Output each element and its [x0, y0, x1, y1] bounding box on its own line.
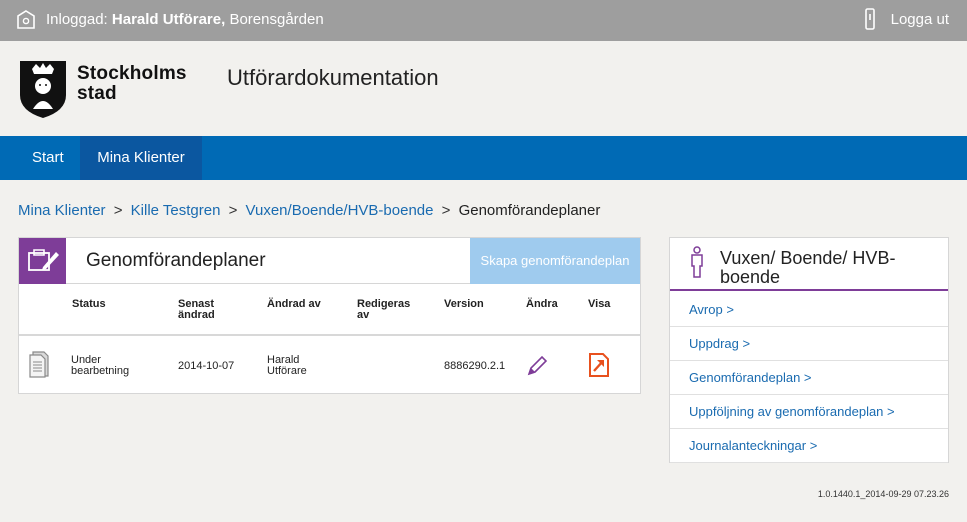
logo-text[interactable]: Stockholms stad: [77, 64, 187, 104]
category-panel-title: Vuxen/ Boende/ HVB-boende: [720, 248, 896, 287]
app-title: Utförardokumentation: [227, 65, 439, 90]
logo-line-2: stad: [77, 83, 117, 104]
version-label: 1.0.1440.1_2014-09-29 07.23.26: [817, 489, 949, 499]
plan-icon: [19, 238, 66, 284]
plans-panel: Genomförandeplaner Skapa genomförandepla…: [18, 237, 641, 394]
site-header: Stockholms stad Utförardokumentation: [0, 41, 967, 136]
logout-icon[interactable]: [863, 8, 877, 30]
logo-line-1: Stockholms: [77, 63, 187, 84]
column-header-edit: Ändra: [526, 298, 558, 310]
category-panel-header: Vuxen/ Boende/ HVB-boende: [670, 238, 948, 291]
column-header-changed[interactable]: Senast ändrad: [178, 299, 215, 321]
side-link-uppfoljning[interactable]: Uppföljning av genomförandeplan >: [670, 395, 948, 429]
side-link-journalanteckningar[interactable]: Journalanteckningar >: [670, 429, 948, 463]
row-changed-by: Harald Utförare: [267, 355, 307, 377]
row-changed-by-line2: Utförare: [267, 365, 307, 377]
nav-item-mina-klienter[interactable]: Mina Klienter: [80, 136, 202, 180]
column-header-changed-line2: ändrad: [178, 309, 215, 321]
document-icon: [29, 351, 49, 378]
breadcrumb-link-client[interactable]: Kille Testgren: [131, 202, 221, 219]
breadcrumb-separator: >: [113, 202, 123, 219]
breadcrumb-current: Genomförandeplaner: [458, 202, 601, 219]
plans-panel-title: Genomförandeplaner: [86, 250, 266, 271]
table-header-divider: [19, 334, 640, 336]
breadcrumb-link-mina-klienter[interactable]: Mina Klienter: [18, 202, 106, 219]
login-prefix: Inloggad:: [46, 11, 108, 28]
side-link-genomforandeplan[interactable]: Genomförandeplan >: [670, 361, 948, 395]
column-header-status[interactable]: Status: [72, 299, 106, 310]
column-header-view: Visa: [588, 298, 611, 310]
breadcrumb-separator: >: [228, 202, 238, 219]
breadcrumb-link-category[interactable]: Vuxen/Boende/HVB-boende: [246, 202, 434, 219]
city-crest-logo[interactable]: [18, 59, 68, 119]
side-link-avrop[interactable]: Avrop >: [670, 293, 948, 327]
row-changed-date: 2014-10-07: [178, 360, 235, 372]
row-status: Under bearbetning: [71, 355, 129, 377]
breadcrumb: Mina Klienter > Kille Testgren > Vuxen/B…: [18, 202, 600, 219]
logout-link[interactable]: Logga ut: [891, 11, 949, 28]
user-name: Harald Utförare,: [111, 11, 226, 28]
pencil-icon[interactable]: [526, 355, 548, 377]
organisation-name: Borensgården: [229, 11, 324, 28]
category-panel: Vuxen/ Boende/ HVB-boende Avrop > Uppdra…: [669, 237, 949, 463]
top-bar: Inloggad: Harald Utförare, Borensgården …: [0, 0, 967, 41]
main-nav: Start Mina Klienter: [0, 136, 967, 180]
person-icon: [691, 246, 703, 278]
column-header-changed-by[interactable]: Ändrad av: [267, 299, 321, 310]
breadcrumb-separator: >: [441, 202, 451, 219]
home-icon: [17, 10, 35, 29]
nav-item-start[interactable]: Start: [17, 136, 79, 180]
column-header-version[interactable]: Version: [444, 299, 484, 310]
side-link-uppdrag[interactable]: Uppdrag >: [670, 327, 948, 361]
column-header-editing-line2: av: [357, 309, 370, 321]
open-icon[interactable]: [588, 352, 610, 378]
login-info: Inloggad: Harald Utförare, Borensgården: [46, 11, 324, 28]
column-header-editing-by[interactable]: Redigeras av: [357, 299, 410, 321]
row-version: 8886290.2.1: [444, 360, 506, 372]
create-plan-button[interactable]: Skapa genomförandeplan: [470, 238, 640, 284]
plans-panel-header: Genomförandeplaner Skapa genomförandepla…: [19, 238, 640, 284]
row-status-line2: bearbetning: [71, 365, 130, 377]
